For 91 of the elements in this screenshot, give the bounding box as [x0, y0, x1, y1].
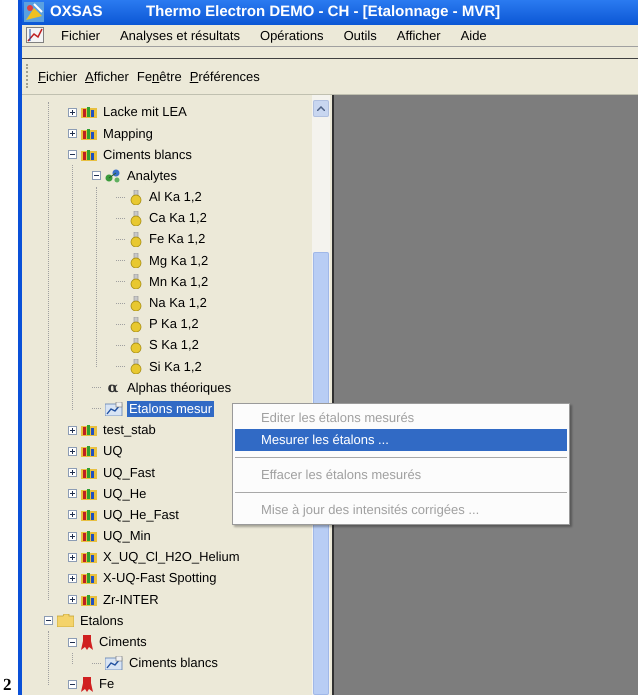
folder-icon — [57, 614, 74, 628]
menu-item[interactable]: Fichier — [35, 66, 80, 86]
menu-item[interactable]: Aide — [452, 26, 496, 45]
bar-chart-icon — [81, 128, 97, 140]
tree-item[interactable]: Ciments — [97, 634, 149, 650]
menu-item[interactable]: Afficher — [82, 66, 132, 86]
bar-chart-icon — [81, 551, 97, 564]
tree-item[interactable]: Si Ka 1,2 — [147, 358, 204, 375]
menu-item[interactable]: Opérations — [250, 26, 333, 45]
tree-item[interactable]: Mapping — [101, 126, 155, 142]
tree-item[interactable]: Ca Ka 1,2 — [147, 210, 209, 226]
chevron-up-icon — [317, 106, 325, 111]
expander-toggle[interactable] — [68, 426, 77, 435]
flask-icon — [129, 359, 143, 374]
expander-toggle[interactable] — [68, 129, 77, 138]
tree-item[interactable]: UQ_Min — [101, 528, 153, 544]
expander-toggle[interactable] — [68, 595, 77, 604]
flask-icon — [129, 274, 143, 290]
toolbar-grip[interactable] — [26, 64, 29, 88]
flask-icon — [129, 253, 143, 268]
bar-chart-icon — [81, 148, 97, 161]
app-logo-icon — [24, 2, 44, 22]
expander-toggle[interactable] — [92, 171, 101, 180]
expander-toggle[interactable] — [44, 616, 53, 626]
tree-item[interactable]: S Ka 1,2 — [147, 337, 201, 354]
tree-item[interactable]: X-UQ-Fast Spotting — [101, 570, 218, 586]
bar-chart-icon — [81, 594, 97, 606]
menu-item[interactable]: Analyses et résultats — [111, 26, 249, 45]
expander-toggle[interactable] — [68, 468, 77, 478]
menu-item[interactable]: Outils — [334, 26, 386, 45]
tree-item[interactable]: Etalons mesur — [127, 400, 214, 417]
flask-icon — [129, 338, 143, 353]
tree-item[interactable]: Na Ka 1,2 — [147, 295, 209, 312]
tree-item[interactable]: UQ_Fast — [101, 464, 158, 481]
tree-item[interactable]: Ciments blancs — [101, 146, 194, 163]
expander-toggle[interactable] — [68, 552, 77, 562]
bar-chart-icon — [81, 466, 97, 479]
tree-item[interactable]: Analytes — [125, 168, 179, 184]
window-title: Thermo Electron DEMO - CH - [Etalonnage - MVR] — [146, 2, 500, 22]
tree-item[interactable]: Ciments blancs — [127, 655, 220, 672]
bar-chart-icon — [81, 508, 97, 521]
app-name: OXSAS — [50, 2, 104, 22]
figure-label: 2 — [3, 676, 12, 693]
flask-icon — [129, 210, 143, 226]
expander-toggle[interactable] — [68, 489, 77, 498]
expander-toggle[interactable] — [68, 510, 77, 520]
expander-toggle[interactable] — [68, 108, 77, 117]
tree-item[interactable]: X_UQ_Cl_H2O_Helium — [101, 549, 242, 566]
menu-item[interactable]: Afficher — [388, 26, 450, 45]
expander-toggle[interactable] — [68, 532, 77, 541]
tree-item[interactable]: Zr-INTER — [101, 592, 161, 608]
bar-chart-icon — [81, 424, 97, 436]
tree-item[interactable]: Mn Ka 1,2 — [147, 274, 210, 290]
chart-icon — [105, 402, 123, 416]
tree-item[interactable]: UQ_He — [101, 486, 148, 502]
menu-item[interactable]: Fenêtre — [134, 66, 185, 86]
menu-item[interactable]: Mesurer les étalons ... — [235, 429, 567, 451]
tree-item[interactable]: Fe Ka 1,2 — [147, 231, 208, 248]
tree-item[interactable]: Al Ka 1,2 — [147, 189, 204, 206]
expander-toggle[interactable] — [68, 638, 77, 647]
tree-item[interactable]: UQ_He_Fast — [101, 506, 181, 523]
flask-icon — [129, 296, 143, 311]
bar-chart-icon — [81, 445, 97, 458]
chart-icon — [105, 656, 123, 670]
tree-item[interactable]: Etalons — [78, 612, 126, 629]
tree-item[interactable]: Lacke mit LEA — [101, 104, 189, 120]
menu-item[interactable]: Préférences — [186, 66, 263, 86]
chart-icon[interactable] — [26, 27, 44, 44]
expander-toggle[interactable] — [68, 574, 77, 583]
tree-item[interactable]: Fe — [97, 676, 116, 692]
ribbon-icon — [81, 634, 93, 650]
tree-item[interactable]: P Ka 1,2 — [147, 316, 201, 332]
tree-item[interactable]: Mg Ka 1,2 — [147, 252, 210, 269]
scroll-up-button[interactable] — [313, 100, 329, 117]
flask-icon — [129, 232, 143, 247]
expander-toggle[interactable] — [68, 150, 77, 160]
bar-chart-icon — [81, 530, 97, 542]
expander-toggle[interactable] — [68, 446, 77, 456]
tree-item[interactable]: UQ — [101, 443, 124, 460]
expander-toggle[interactable] — [68, 680, 77, 689]
flask-icon — [129, 190, 143, 205]
molecule-icon — [105, 168, 121, 183]
ribbon-icon — [81, 676, 93, 692]
bar-chart-icon — [81, 106, 97, 118]
tree-item[interactable]: Alphas théoriques — [125, 380, 234, 396]
bar-chart-icon — [81, 572, 97, 584]
bar-chart-icon — [81, 488, 97, 500]
tree-item[interactable]: test_stab — [101, 422, 158, 438]
alpha-icon: α — [105, 380, 121, 395]
menu-item[interactable]: Fichier — [52, 26, 110, 45]
flask-icon — [129, 316, 143, 332]
